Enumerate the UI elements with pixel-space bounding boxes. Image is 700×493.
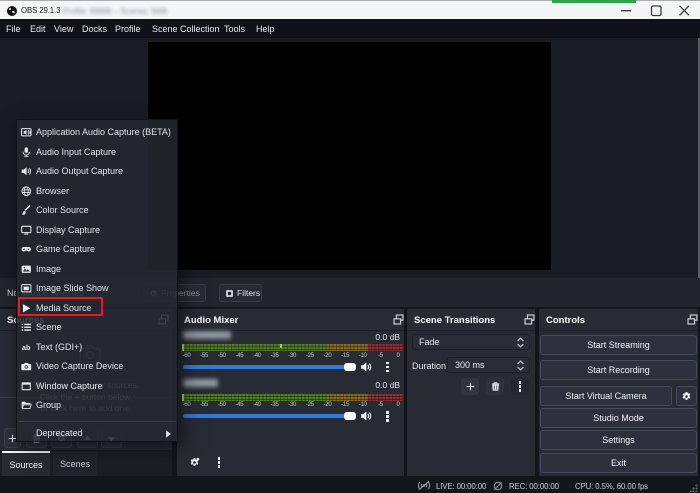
svg-text:ab: ab bbox=[22, 342, 31, 351]
